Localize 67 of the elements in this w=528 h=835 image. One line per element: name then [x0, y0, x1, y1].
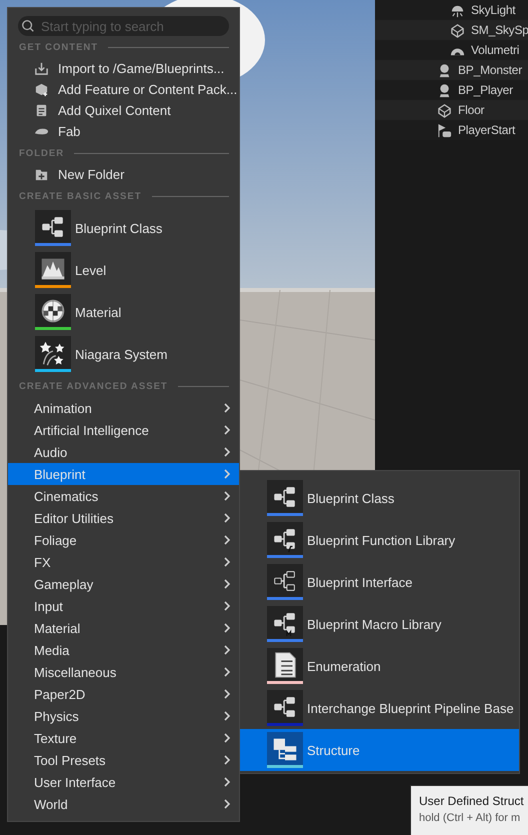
- cube-icon: [450, 22, 465, 38]
- pawn-icon: [437, 82, 452, 98]
- submenu-item[interactable]: Artificial Intelligence: [8, 419, 239, 441]
- submenu-item[interactable]: Input: [8, 595, 239, 617]
- search-icon: [21, 19, 35, 33]
- submenu-item[interactable]: FX: [8, 551, 239, 573]
- menu-item[interactable]: Add Quixel Content: [8, 100, 239, 121]
- chevron-icon: [223, 644, 231, 656]
- submenu-item[interactable]: Tool Presets: [8, 749, 239, 771]
- menu-item[interactable]: Blueprint Function Library: [240, 519, 519, 561]
- chevron-icon: [223, 600, 231, 612]
- chevron-icon: [223, 578, 231, 590]
- menu-item[interactable]: Add Feature or Content Pack...: [8, 79, 239, 100]
- import-icon: [34, 61, 49, 76]
- menu-item[interactable]: Material: [8, 291, 239, 333]
- chevron-icon: [223, 534, 231, 546]
- new-folder-icon: [34, 167, 49, 182]
- menu-item[interactable]: Structure: [240, 729, 519, 771]
- chevron-icon: [223, 446, 231, 458]
- menu-item[interactable]: Fab: [8, 121, 239, 142]
- menu-item[interactable]: New Folder: [8, 164, 239, 185]
- chevron-icon: [223, 424, 231, 436]
- chevron-icon: [223, 622, 231, 634]
- outliner-item[interactable]: Floor: [458, 103, 484, 117]
- menu-item[interactable]: Enumeration: [240, 645, 519, 687]
- submenu-item[interactable]: Physics: [8, 705, 239, 727]
- cube-icon: [437, 102, 452, 118]
- submenu-item[interactable]: Cinematics: [8, 485, 239, 507]
- chevron-icon: [223, 732, 231, 744]
- chevron-icon: [223, 688, 231, 700]
- submenu-item[interactable]: Gameplay: [8, 573, 239, 595]
- package-icon: [34, 82, 49, 97]
- submenu-item[interactable]: Paper2D: [8, 683, 239, 705]
- submenu-item[interactable]: Foliage: [8, 529, 239, 551]
- chevron-icon: [223, 754, 231, 766]
- document-icon: [34, 103, 49, 118]
- menu-item[interactable]: Blueprint Interface: [240, 561, 519, 603]
- chevron-icon: [223, 556, 231, 568]
- menu-item[interactable]: Interchange Blueprint Pipeline Base: [240, 687, 519, 729]
- menu-item[interactable]: Import to /Game/Blueprints...: [8, 58, 239, 79]
- submenu-item[interactable]: Media: [8, 639, 239, 661]
- chevron-icon: [223, 402, 231, 414]
- submenu-item[interactable]: Material: [8, 617, 239, 639]
- menu-item[interactable]: Blueprint Class: [8, 207, 239, 249]
- submenu-item[interactable]: Miscellaneous: [8, 661, 239, 683]
- submenu-item[interactable]: User Interface: [8, 771, 239, 793]
- submenu-item[interactable]: Texture: [8, 727, 239, 749]
- chevron-icon: [223, 710, 231, 722]
- menu-item[interactable]: Level: [8, 249, 239, 291]
- menu-item[interactable]: Niagara System: [8, 333, 239, 375]
- submenu-item[interactable]: Blueprint: [8, 463, 239, 485]
- chevron-icon: [223, 468, 231, 480]
- chevron-icon: [223, 666, 231, 678]
- tooltip-hint: hold (Ctrl + Alt) for m: [419, 812, 522, 824]
- pawn-icon: [437, 62, 452, 78]
- flag-gamepad-icon: [437, 122, 452, 138]
- chevron-icon: [223, 798, 231, 810]
- chevron-icon: [223, 512, 231, 524]
- menu-item[interactable]: Blueprint Macro Library: [240, 603, 519, 645]
- tooltip-title: User Defined Struct: [419, 794, 525, 808]
- submenu-item[interactable]: Editor Utilities: [8, 507, 239, 529]
- chevron-icon: [223, 490, 231, 502]
- chevron-icon: [223, 776, 231, 788]
- submenu-item[interactable]: Audio: [8, 441, 239, 463]
- submenu-item[interactable]: Animation: [8, 397, 239, 419]
- submenu-item[interactable]: World: [8, 793, 239, 815]
- menu-item[interactable]: Blueprint Class: [240, 477, 519, 519]
